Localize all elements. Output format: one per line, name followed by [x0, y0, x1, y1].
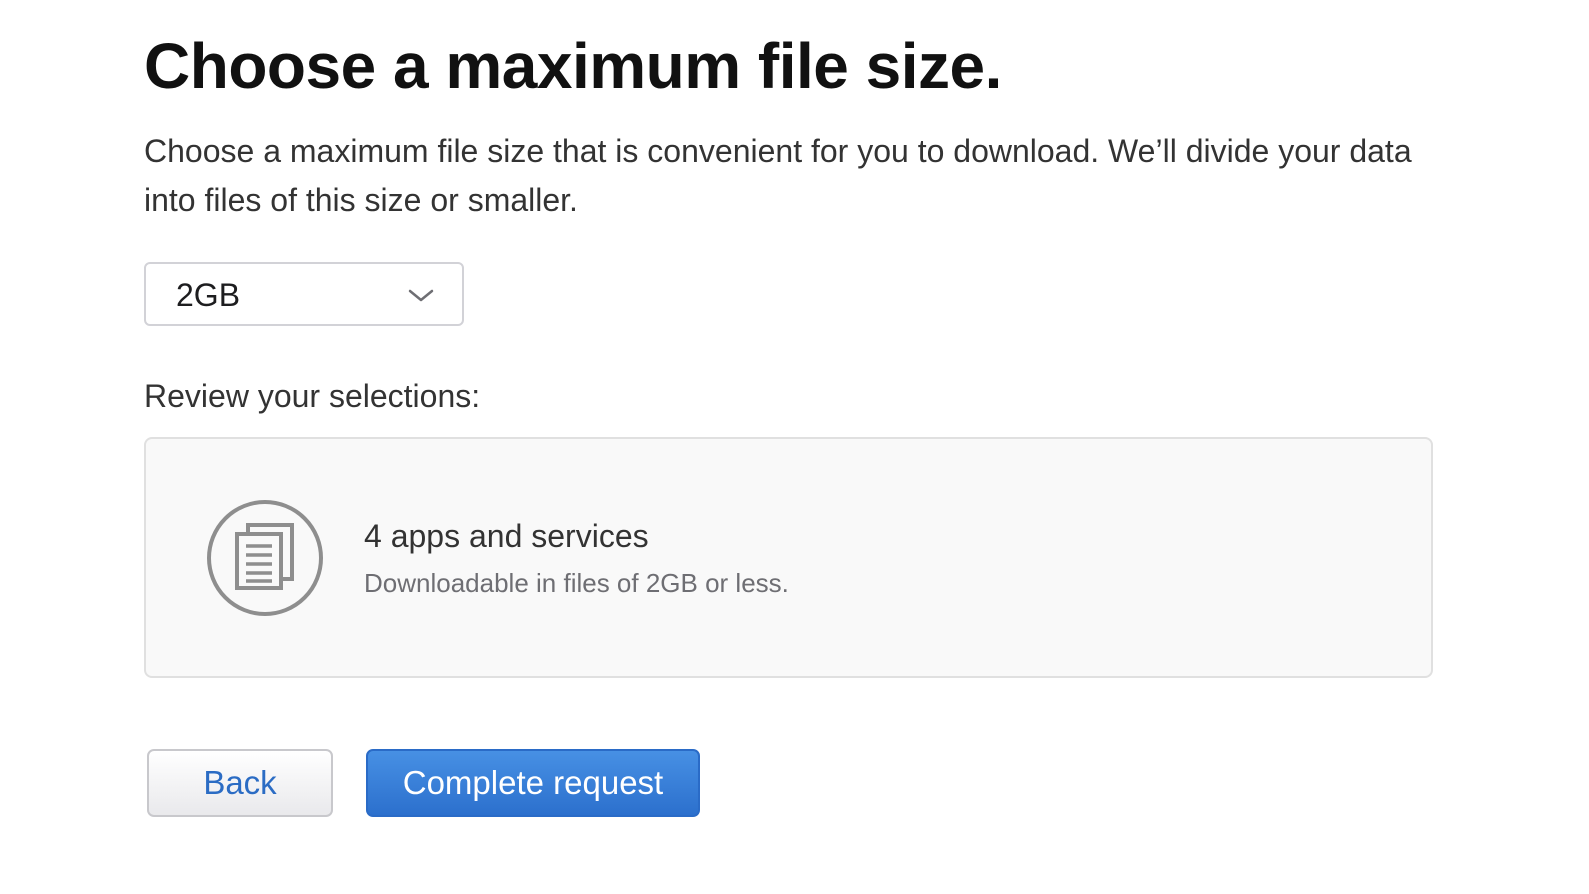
review-card: 4 apps and services Downloadable in file… — [144, 437, 1433, 678]
documents-icon — [207, 500, 323, 616]
file-size-select[interactable]: 2GB — [144, 262, 464, 326]
page-title: Choose a maximum file size. — [144, 30, 1002, 102]
review-label: Review your selections: — [144, 378, 481, 414]
page-description: Choose a maximum file size that is conve… — [144, 133, 1412, 218]
review-card-subtitle: Downloadable in files of 2GB or less. — [364, 568, 789, 598]
file-size-select-value: 2GB — [176, 277, 241, 313]
back-button[interactable]: Back — [147, 749, 333, 817]
review-card-title: 4 apps and services — [364, 518, 649, 554]
complete-request-button[interactable]: Complete request — [366, 749, 700, 817]
chevron-down-icon — [408, 289, 434, 302]
